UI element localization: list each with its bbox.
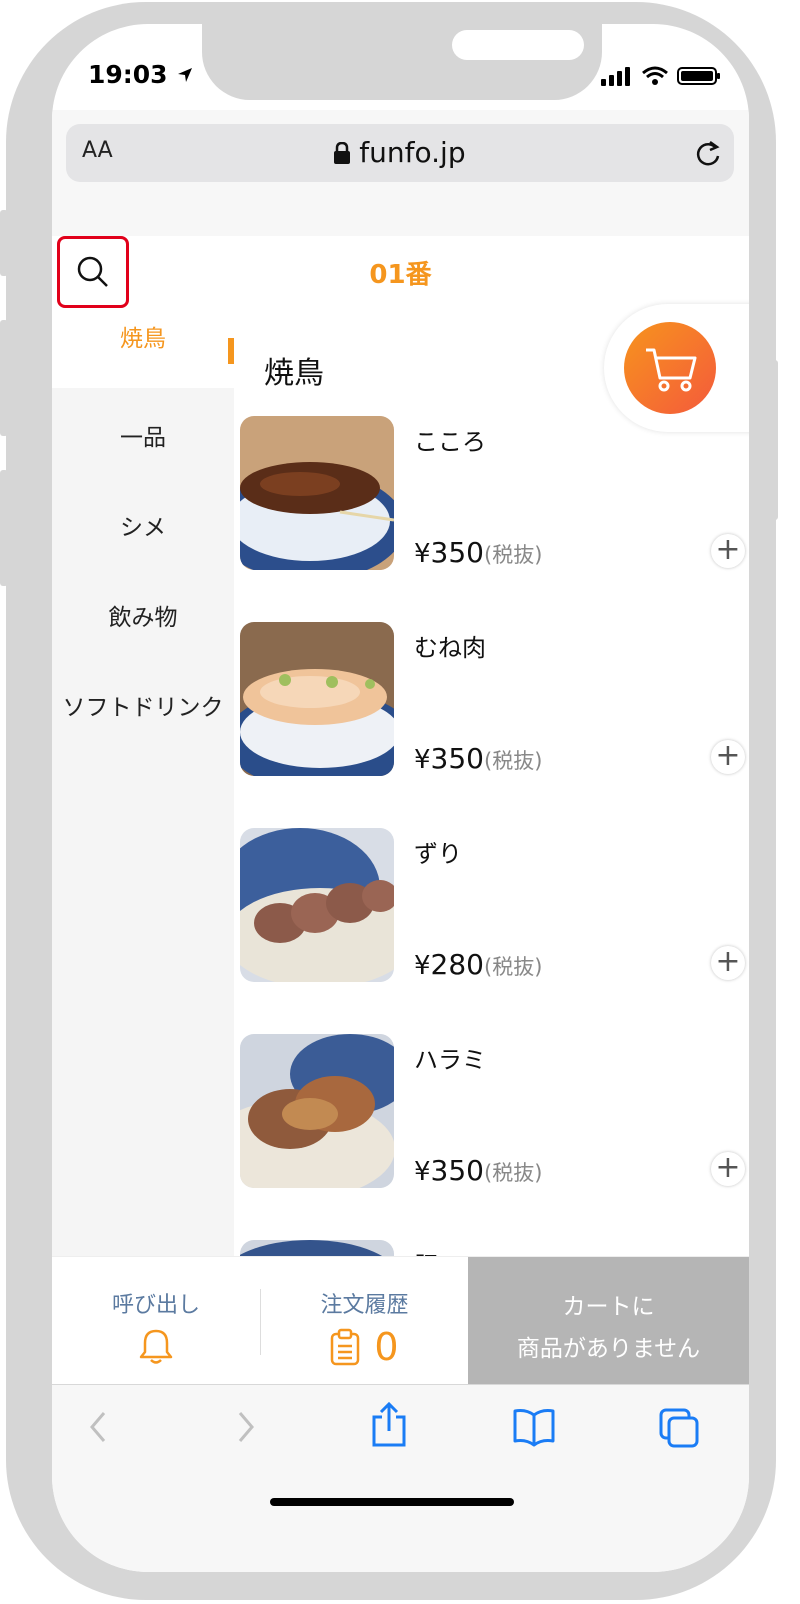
cart-button[interactable] bbox=[624, 322, 716, 414]
call-staff-button[interactable]: 呼び出し bbox=[52, 1257, 260, 1385]
domain-text: funfo.jp bbox=[359, 136, 466, 169]
url-display[interactable]: funfo.jp bbox=[66, 136, 734, 169]
category-item[interactable]: 一品 bbox=[52, 418, 234, 452]
order-history-button[interactable]: 注文履歴 0 bbox=[261, 1257, 468, 1385]
category-item[interactable]: ソフトドリンク bbox=[52, 688, 234, 722]
clipboard-icon bbox=[331, 1328, 360, 1366]
phone-side-button bbox=[0, 210, 8, 276]
category-label: 焼鳥 bbox=[120, 326, 166, 352]
category-item[interactable]: 飲み物 bbox=[52, 598, 234, 632]
call-staff-label: 呼び出し bbox=[111, 1293, 200, 1318]
wifi-icon bbox=[642, 66, 668, 85]
food-photo bbox=[240, 828, 394, 982]
camera bbox=[624, 30, 652, 58]
bookmarks-icon[interactable] bbox=[512, 1407, 556, 1447]
item-name: こころ bbox=[414, 428, 486, 456]
back-icon[interactable] bbox=[82, 1407, 116, 1447]
checkout-button[interactable]: カートに 商品がありません bbox=[468, 1257, 749, 1385]
add-to-cart-button[interactable]: + bbox=[711, 946, 745, 980]
menu-item[interactable]: むね肉 ¥350(税抜) + bbox=[240, 622, 745, 782]
menu-item[interactable]: ハラミ ¥350(税抜) + bbox=[240, 1034, 745, 1194]
item-price: ¥350(税抜) bbox=[414, 536, 543, 569]
reload-icon[interactable] bbox=[694, 138, 722, 168]
food-photo bbox=[240, 1034, 394, 1188]
section-title: 焼鳥 bbox=[264, 356, 324, 391]
battery-icon bbox=[677, 67, 720, 85]
app-header: 01番 bbox=[52, 236, 749, 308]
floating-cart[interactable] bbox=[604, 304, 749, 432]
category-sidebar: 焼鳥 一品 シメ 飲み物 ソフトドリンク bbox=[52, 308, 234, 1298]
table-number: 01番 bbox=[369, 260, 432, 290]
browser-address-area: AA funfo.jp bbox=[52, 110, 749, 237]
item-name: むね肉 bbox=[414, 634, 486, 662]
home-indicator bbox=[270, 1498, 514, 1506]
phone-side-button bbox=[0, 320, 8, 436]
menu-list: 焼鳥 こころ ¥350(税抜) + むね肉 ¥350(税抜) + ずり ¥280… bbox=[234, 308, 749, 1300]
location-arrow-icon bbox=[178, 68, 193, 82]
phone-screen: 19:03 AA funfo.jp 01番 焼鳥 一品 シメ 飲み物 ソフトドリ… bbox=[52, 24, 749, 1572]
item-name: ハラミ bbox=[414, 1046, 486, 1074]
cart-empty-line2: 商品がありません bbox=[516, 1336, 701, 1362]
item-name: ずり bbox=[414, 840, 462, 868]
category-item-active[interactable]: 焼鳥 bbox=[52, 308, 234, 388]
status-time: 19:03 bbox=[88, 60, 194, 89]
order-history-count: 0 bbox=[374, 1325, 399, 1369]
food-photo bbox=[240, 416, 394, 570]
food-photo bbox=[240, 622, 394, 776]
share-icon[interactable] bbox=[370, 1401, 408, 1449]
speaker bbox=[452, 30, 584, 60]
shopping-cart-icon bbox=[646, 348, 697, 392]
bell-icon bbox=[139, 1329, 173, 1364]
cellular-signal-icon bbox=[601, 67, 630, 86]
cart-empty-line1: カートに bbox=[562, 1294, 655, 1320]
status-time-text: 19:03 bbox=[88, 60, 168, 89]
notch bbox=[202, 24, 652, 100]
browser-toolbar bbox=[52, 1384, 749, 1572]
forward-icon[interactable] bbox=[228, 1407, 262, 1447]
address-bar[interactable]: AA funfo.jp bbox=[66, 124, 734, 182]
menu-item[interactable]: こころ ¥350(税抜) + bbox=[240, 416, 745, 576]
lock-icon bbox=[334, 141, 351, 164]
item-price: ¥350(税抜) bbox=[414, 742, 543, 775]
category-item[interactable]: シメ bbox=[52, 508, 234, 542]
order-history-label: 注文履歴 bbox=[320, 1293, 409, 1318]
status-indicators bbox=[601, 66, 721, 86]
add-to-cart-button[interactable]: + bbox=[711, 534, 745, 568]
add-to-cart-button[interactable]: + bbox=[711, 1152, 745, 1186]
phone-side-button bbox=[0, 470, 8, 586]
order-bar: 呼び出し 注文履歴 0 カートに 商品がありません bbox=[52, 1256, 749, 1385]
tabs-icon[interactable] bbox=[658, 1407, 700, 1449]
item-price: ¥350(税抜) bbox=[414, 1154, 543, 1187]
add-to-cart-button[interactable]: + bbox=[711, 740, 745, 774]
phone-side-button bbox=[770, 360, 778, 520]
menu-item[interactable]: ずり ¥280(税抜) + bbox=[240, 828, 745, 988]
item-price: ¥280(税抜) bbox=[414, 948, 543, 981]
